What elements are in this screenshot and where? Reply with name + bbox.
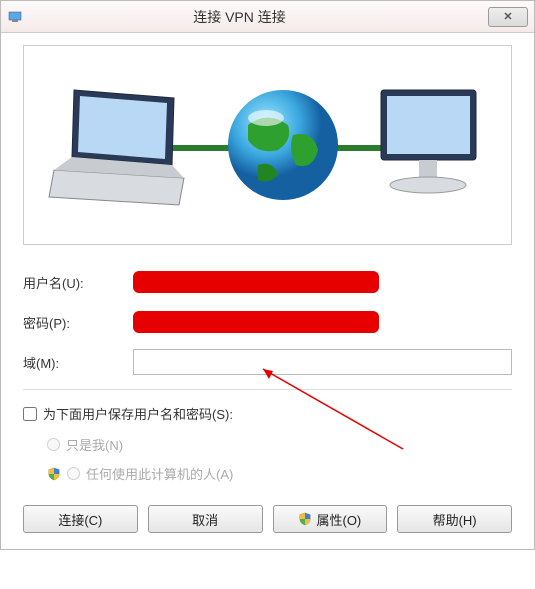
content-area: 用户名(U): 密码(P): 域(M): 为下面用户保存用户名和密码( [1, 33, 534, 549]
save-credentials-label: 为下面用户保存用户名和密码(S): [43, 404, 233, 423]
domain-label: 域(M): [23, 353, 133, 372]
button-row: 连接(C) 取消 属性(O) 帮助(H) [23, 505, 512, 533]
vpn-connect-dialog: 连接 VPN 连接 ✕ [0, 0, 535, 550]
window-title: 连接 VPN 连接 [0, 7, 488, 27]
monitor-icon [371, 80, 491, 210]
username-label: 用户名(U): [23, 273, 133, 292]
radio-me [47, 438, 60, 451]
shield-icon [298, 512, 312, 526]
radio-me-row: 只是我(N) [47, 435, 512, 454]
password-row: 密码(P): [23, 309, 512, 335]
connect-button[interactable]: 连接(C) [23, 505, 138, 533]
password-label: 密码(P): [23, 313, 133, 332]
radio-anyone-label: 任何使用此计算机的人(A) [86, 464, 233, 483]
help-button[interactable]: 帮助(H) [397, 505, 512, 533]
titlebar: 连接 VPN 连接 ✕ [1, 1, 534, 33]
close-button[interactable]: ✕ [488, 7, 528, 27]
laptop-icon [44, 75, 194, 215]
globe-icon [218, 80, 348, 210]
radio-me-label: 只是我(N) [66, 435, 123, 454]
connection-illustration [23, 45, 512, 245]
save-credentials-checkbox[interactable] [23, 407, 37, 421]
radio-anyone-row: 任何使用此计算机的人(A) [47, 464, 512, 483]
shield-icon [47, 467, 61, 481]
properties-button[interactable]: 属性(O) [273, 505, 388, 533]
domain-input[interactable] [133, 349, 512, 375]
username-input-redacted[interactable] [133, 269, 512, 295]
radio-anyone [67, 467, 80, 480]
cancel-button[interactable]: 取消 [148, 505, 263, 533]
divider [23, 389, 512, 390]
domain-row: 域(M): [23, 349, 512, 375]
password-input-redacted[interactable] [133, 309, 512, 335]
save-credentials-row: 为下面用户保存用户名和密码(S): [23, 404, 512, 423]
username-row: 用户名(U): [23, 269, 512, 295]
